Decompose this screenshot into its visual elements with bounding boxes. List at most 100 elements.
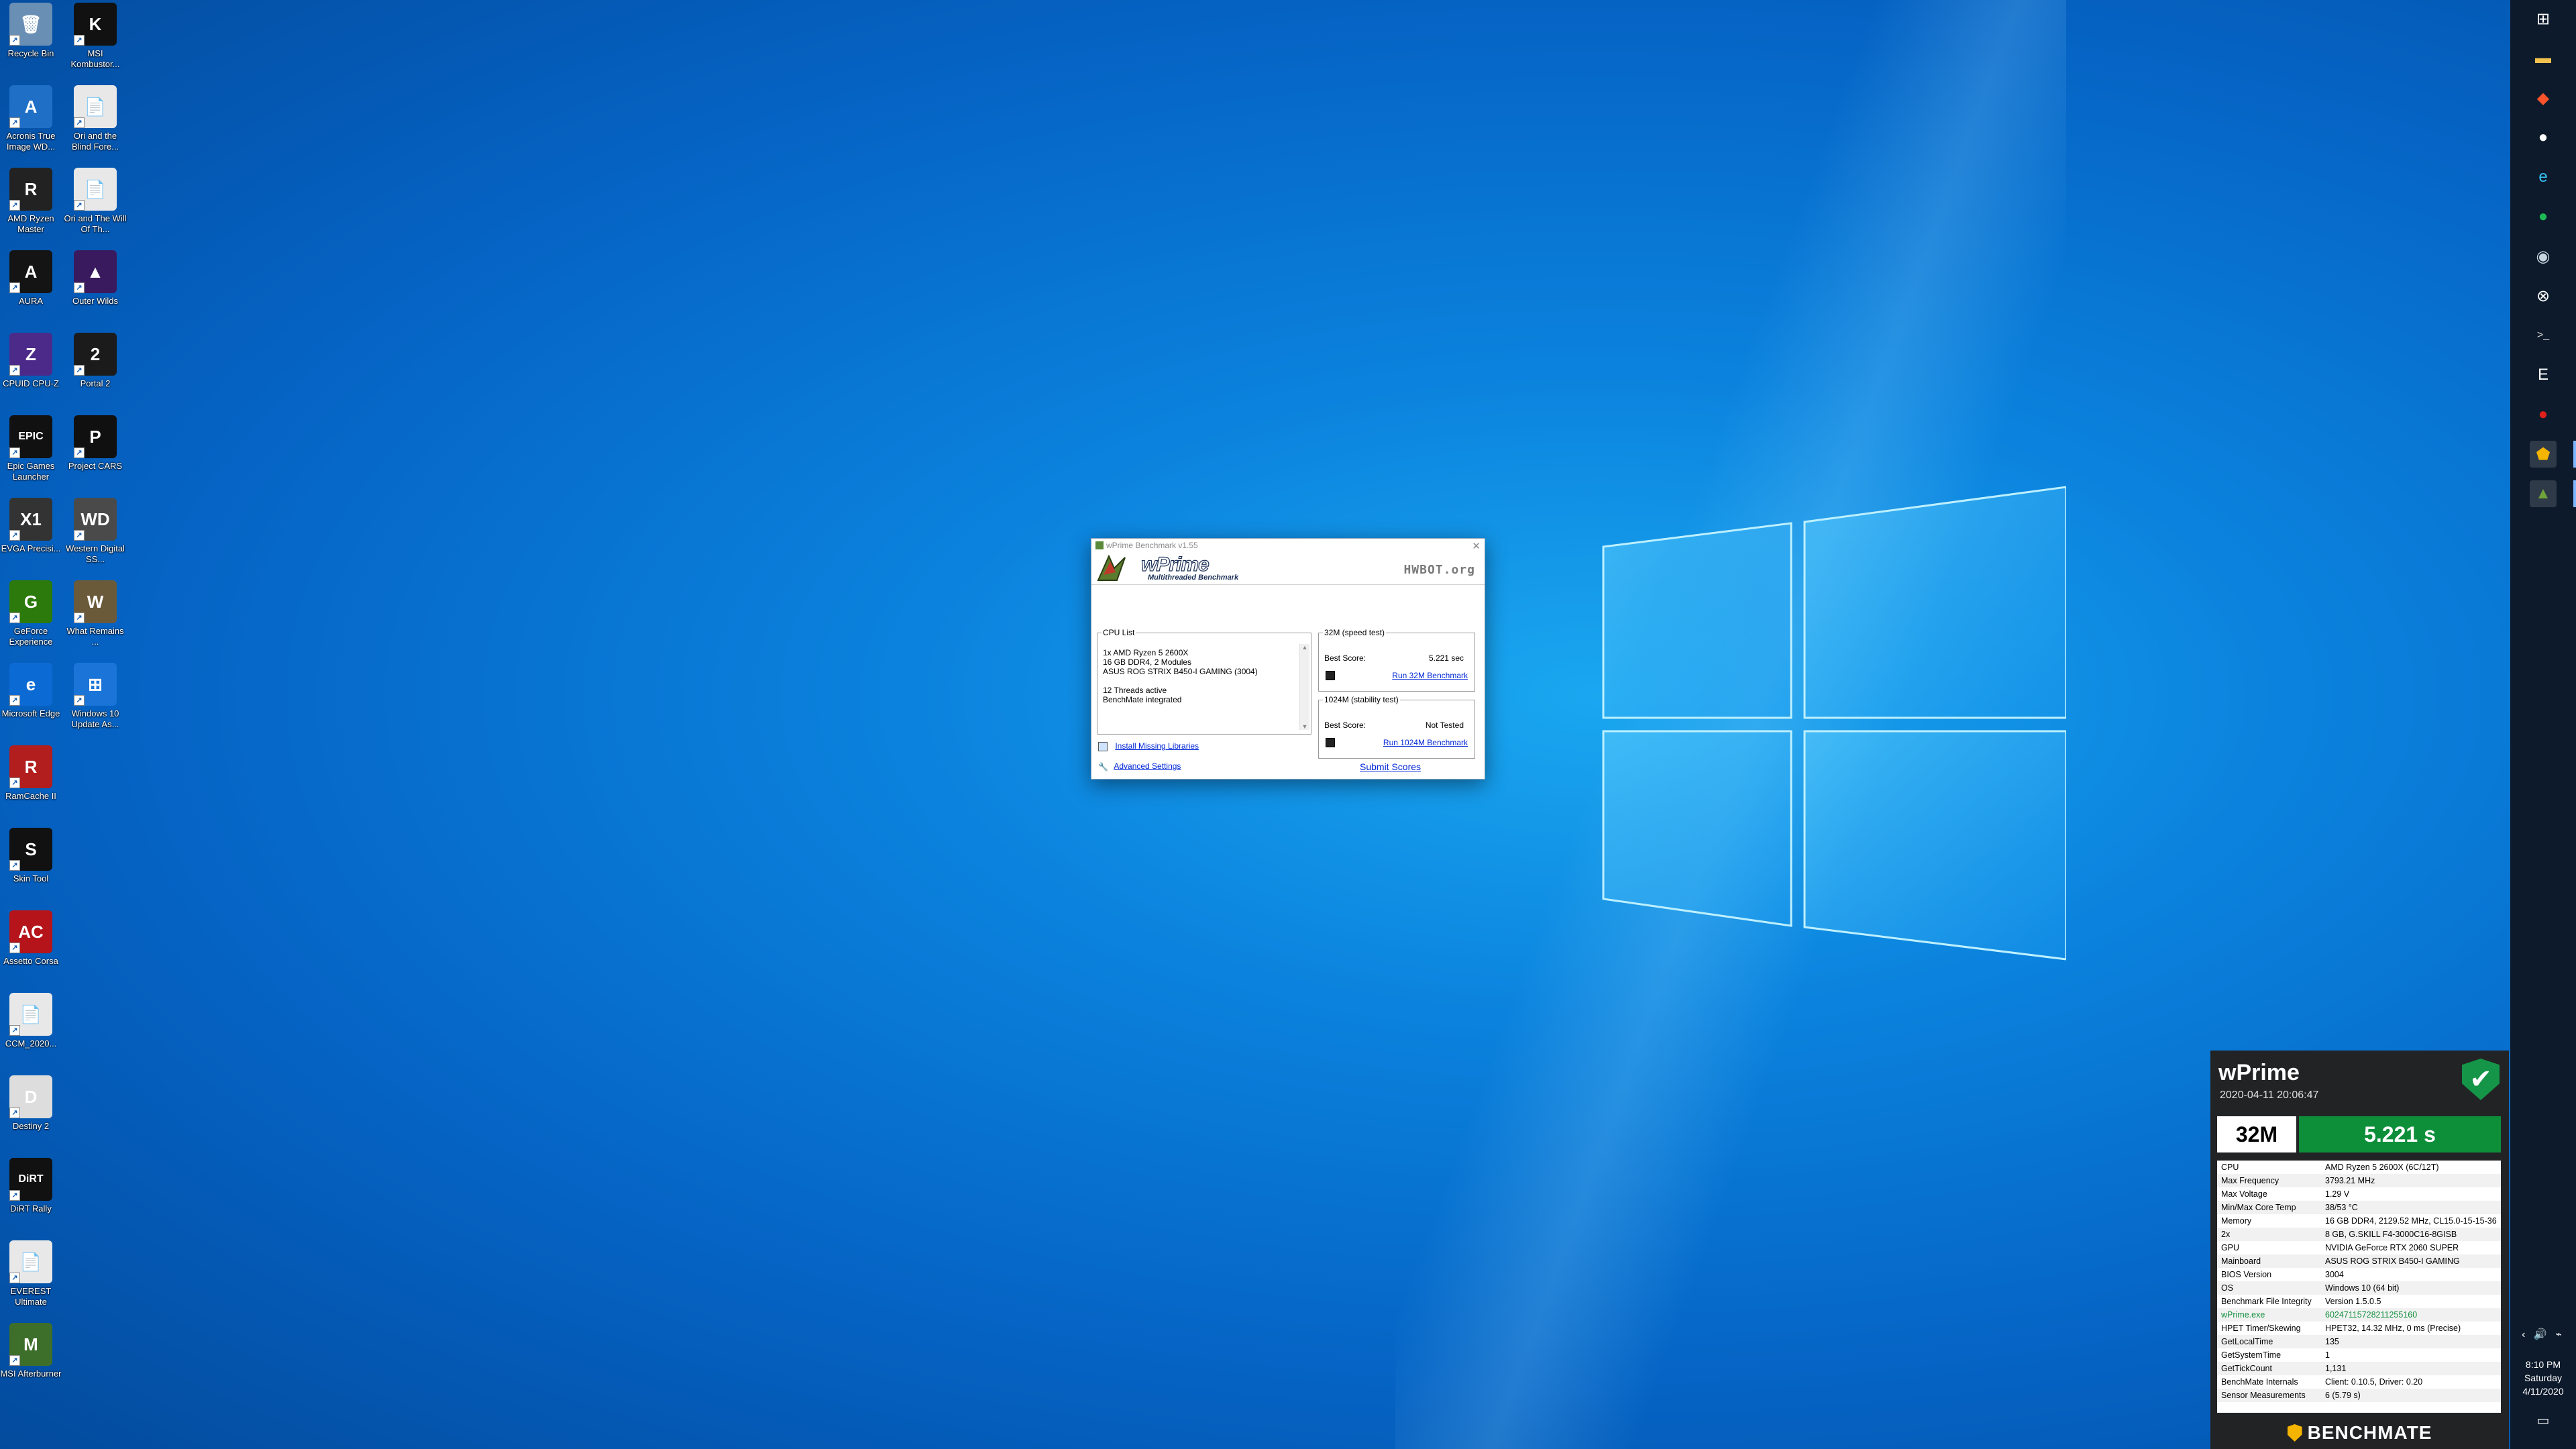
steam-icon[interactable]: ◉	[2530, 243, 2557, 270]
tray-icons[interactable]: ‹ 🔊 ⌁	[2510, 1328, 2576, 1342]
desktop-icon-aura[interactable]: A ↗ AURA	[0, 250, 63, 307]
desktop-icon-assetto-corsa[interactable]: AC ↗ Assetto Corsa	[0, 910, 63, 967]
desktop-icon-msi-kombustor[interactable]: K ↗ MSI Kombustor...	[63, 3, 127, 70]
benchmate-row-key: Benchmark File Integrity	[2221, 1297, 2312, 1306]
hwbot-logo: HWBOT.org	[1403, 563, 1475, 577]
clock-time: 8:10 PM	[2525, 1359, 2561, 1370]
desktop-icon-cpuid-cpu-z[interactable]: Z ↗ CPUID CPU-Z	[0, 333, 63, 389]
speed-best-score-value: 5.221 sec	[1428, 653, 1464, 663]
spotify-icon[interactable]: ●	[2530, 203, 2557, 230]
clock[interactable]: 8:10 PM Saturday 4/11/2020	[2510, 1358, 2576, 1398]
benchmate-icon[interactable]: ⬟	[2530, 441, 2557, 468]
desktop-icon-msi-afterburner[interactable]: M ↗ MSI Afterburner	[0, 1323, 63, 1379]
desktop-icon-ori-and-the-will-of-th[interactable]: 📄 ↗ Ori and The Will Of Th...	[63, 168, 127, 235]
benchmate-details-table: CPU AMD Ryzen 5 2600X (6C/12T) Max Frequen…	[2217, 1161, 2501, 1413]
benchmate-footer: BENCHMATE	[2210, 1417, 2509, 1449]
wprime-icon[interactable]: ▲	[2530, 480, 2557, 507]
cpu-list-label: CPU List	[1102, 628, 1136, 637]
brave-icon[interactable]: ◆	[2530, 85, 2557, 111]
cpu-list-scrollbar[interactable]: ▲ ▼	[1299, 644, 1309, 730]
desktop-icon-label: MSI Kombustor...	[70, 48, 120, 69]
scroll-up-icon[interactable]: ▲	[1300, 644, 1309, 651]
shortcut-arrow-icon: ↗	[74, 612, 85, 623]
edge-icon[interactable]: e	[2530, 164, 2557, 191]
benchmate-row-key: Sensor Measurements	[2221, 1391, 2306, 1400]
wprime-logo-subtitle: Multithreaded Benchmark	[1148, 574, 1239, 582]
project-cars-icon: P ↗	[74, 415, 117, 458]
wprime-logo-text: wPrime	[1140, 553, 1210, 576]
github-icon[interactable]: ●	[2530, 124, 2557, 151]
shortcut-arrow-icon: ↗	[9, 1273, 20, 1283]
shortcut-arrow-icon: ↗	[74, 35, 85, 46]
benchmate-row-value: Client: 0.10.5, Driver: 0.20	[2325, 1377, 2423, 1387]
desktop-icon-label: Epic Games Launcher	[7, 461, 55, 482]
shortcut-arrow-icon: ↗	[9, 943, 20, 953]
desktop-icon-everest-ultimate[interactable]: 📄 ↗ EVEREST Ultimate	[0, 1240, 63, 1307]
advanced-settings-link[interactable]: Advanced Settings	[1114, 761, 1181, 771]
desktop-icon-project-cars[interactable]: P ↗ Project CARS	[63, 415, 127, 472]
run-32m-benchmark-button[interactable]: Run 32M Benchmark	[1392, 671, 1468, 680]
assetto-corsa-icon: AC ↗	[9, 910, 52, 953]
desktop-icon-ori-and-the-blind-fore[interactable]: 📄 ↗ Ori and the Blind Fore...	[63, 85, 127, 152]
desktop-icon-outer-wilds[interactable]: ▲ ↗ Outer Wilds	[63, 250, 127, 307]
desktop-icon-ccm-2020[interactable]: 📄 ↗ CCM_2020...	[0, 993, 63, 1049]
scroll-down-icon[interactable]: ▼	[1300, 723, 1309, 730]
cpu-list-group: CPU List 1x AMD Ryzen 5 2600X 16 GB DDR4,…	[1097, 628, 1311, 735]
desktop-icon-ramcache-ii[interactable]: R ↗ RamCache II	[0, 745, 63, 802]
speed-test-label: 32M (speed test)	[1323, 628, 1387, 637]
desktop-icon-epic-games-launcher[interactable]: EPIC ↗ Epic Games Launcher	[0, 415, 63, 482]
wprime-window[interactable]: wPrime Benchmark v1.55 ✕ wPrime Multithr…	[1091, 538, 1485, 780]
epic-icon[interactable]: E	[2530, 362, 2557, 388]
desktop-icon-recycle-bin[interactable]: 🗑 ↗ Recycle Bin	[0, 3, 63, 59]
notification-icon[interactable]: ▭	[2510, 1414, 2576, 1428]
desktop-icon-acronis-true-image-wd[interactable]: A ↗ Acronis True Image WD...	[0, 85, 63, 152]
desktop-icon-windows-10-update-as[interactable]: ⊞ ↗ Windows 10 Update As...	[63, 663, 127, 730]
install-libraries-row[interactable]: Install Missing Libraries	[1098, 741, 1199, 751]
speed-test-group: 32M (speed test) Best Score: 5.221 sec R…	[1318, 628, 1475, 692]
desktop-icon-what-remains[interactable]: W ↗ What Remains ...	[63, 580, 127, 647]
save-disk-icon[interactable]	[1326, 671, 1335, 680]
desktop-icon-amd-ryzen-master[interactable]: R ↗ AMD Ryzen Master	[0, 168, 63, 235]
desktop-icon-evga-precisi[interactable]: X1 ↗ EVGA Precisi...	[0, 498, 63, 554]
benchmate-row-key: GetTickCount	[2221, 1364, 2272, 1373]
wprime-app-icon	[1095, 541, 1104, 549]
benchmate-row-value: Windows 10 (64 bit)	[2325, 1283, 2400, 1293]
windows-start-icon[interactable]: ⊞	[2530, 5, 2557, 32]
benchmate-row-value: 1	[2325, 1350, 2330, 1360]
run-1024m-benchmark-button[interactable]: Run 1024M Benchmark	[1383, 738, 1468, 747]
desktop-icon-label: Windows 10 Update As...	[71, 708, 119, 729]
benchmate-row: Memory 16 GB DDR4, 2129.52 MHz, CL15.0-15…	[2217, 1214, 2501, 1228]
submit-scores-button[interactable]: Submit Scores	[1360, 761, 1421, 772]
shortcut-arrow-icon: ↗	[74, 117, 85, 128]
benchmate-row-value: 38/53 °C	[2325, 1203, 2358, 1212]
outer-wilds-icon: ▲ ↗	[74, 250, 117, 293]
install-missing-libraries-link[interactable]: Install Missing Libraries	[1115, 741, 1199, 751]
desktop-icon-western-digital-ss[interactable]: WD ↗ Western Digital SS...	[63, 498, 127, 565]
benchmate-row-value: NVIDIA GeForce RTX 2060 SUPER	[2325, 1243, 2459, 1252]
advanced-settings-row[interactable]: 🔧 Advanced Settings	[1098, 761, 1181, 771]
benchmate-row-key: BIOS Version	[2221, 1270, 2272, 1279]
shortcut-arrow-icon: ↗	[9, 282, 20, 293]
wprime-logo-icon	[1097, 555, 1126, 581]
desktop-icon-skin-tool[interactable]: S ↗ Skin Tool	[0, 828, 63, 884]
close-icon[interactable]: ✕	[1472, 540, 1481, 552]
desktop-icon-dirt-rally[interactable]: DiRT ↗ DiRT Rally	[0, 1158, 63, 1214]
desktop-icon-portal-2[interactable]: 2 ↗ Portal 2	[63, 333, 127, 389]
desktop-icon-microsoft-edge[interactable]: e ↗ Microsoft Edge	[0, 663, 63, 719]
benchmate-row-value: 16 GB DDR4, 2129.52 MHz, CL15.0-15-15-36	[2325, 1216, 2497, 1226]
terminal-icon[interactable]: >_	[2530, 322, 2557, 349]
what-remains-icon: W ↗	[74, 580, 117, 623]
file-explorer-icon[interactable]: ▬	[2530, 45, 2557, 72]
clock-day: Saturday	[2524, 1373, 2563, 1383]
desktop-icon-destiny-2[interactable]: D ↗ Destiny 2	[0, 1075, 63, 1132]
desktop-icon-label: CPUID CPU-Z	[3, 378, 59, 388]
wprime-titlebar[interactable]: wPrime Benchmark v1.55	[1091, 539, 1485, 552]
benchmate-row-value: 60247115728211255160	[2325, 1310, 2418, 1320]
xbox-icon[interactable]: ⊗	[2530, 282, 2557, 309]
desktop-icon-geforce-experience[interactable]: G ↗ GeForce Experience	[0, 580, 63, 647]
save-disk-icon[interactable]	[1326, 738, 1335, 747]
benchmate-row-key: Memory	[2221, 1216, 2252, 1226]
benchmate-row-key: GetLocalTime	[2221, 1337, 2273, 1346]
red-app-icon[interactable]: ●	[2530, 401, 2557, 428]
desktop-icon-label: Recycle Bin	[7, 48, 54, 58]
